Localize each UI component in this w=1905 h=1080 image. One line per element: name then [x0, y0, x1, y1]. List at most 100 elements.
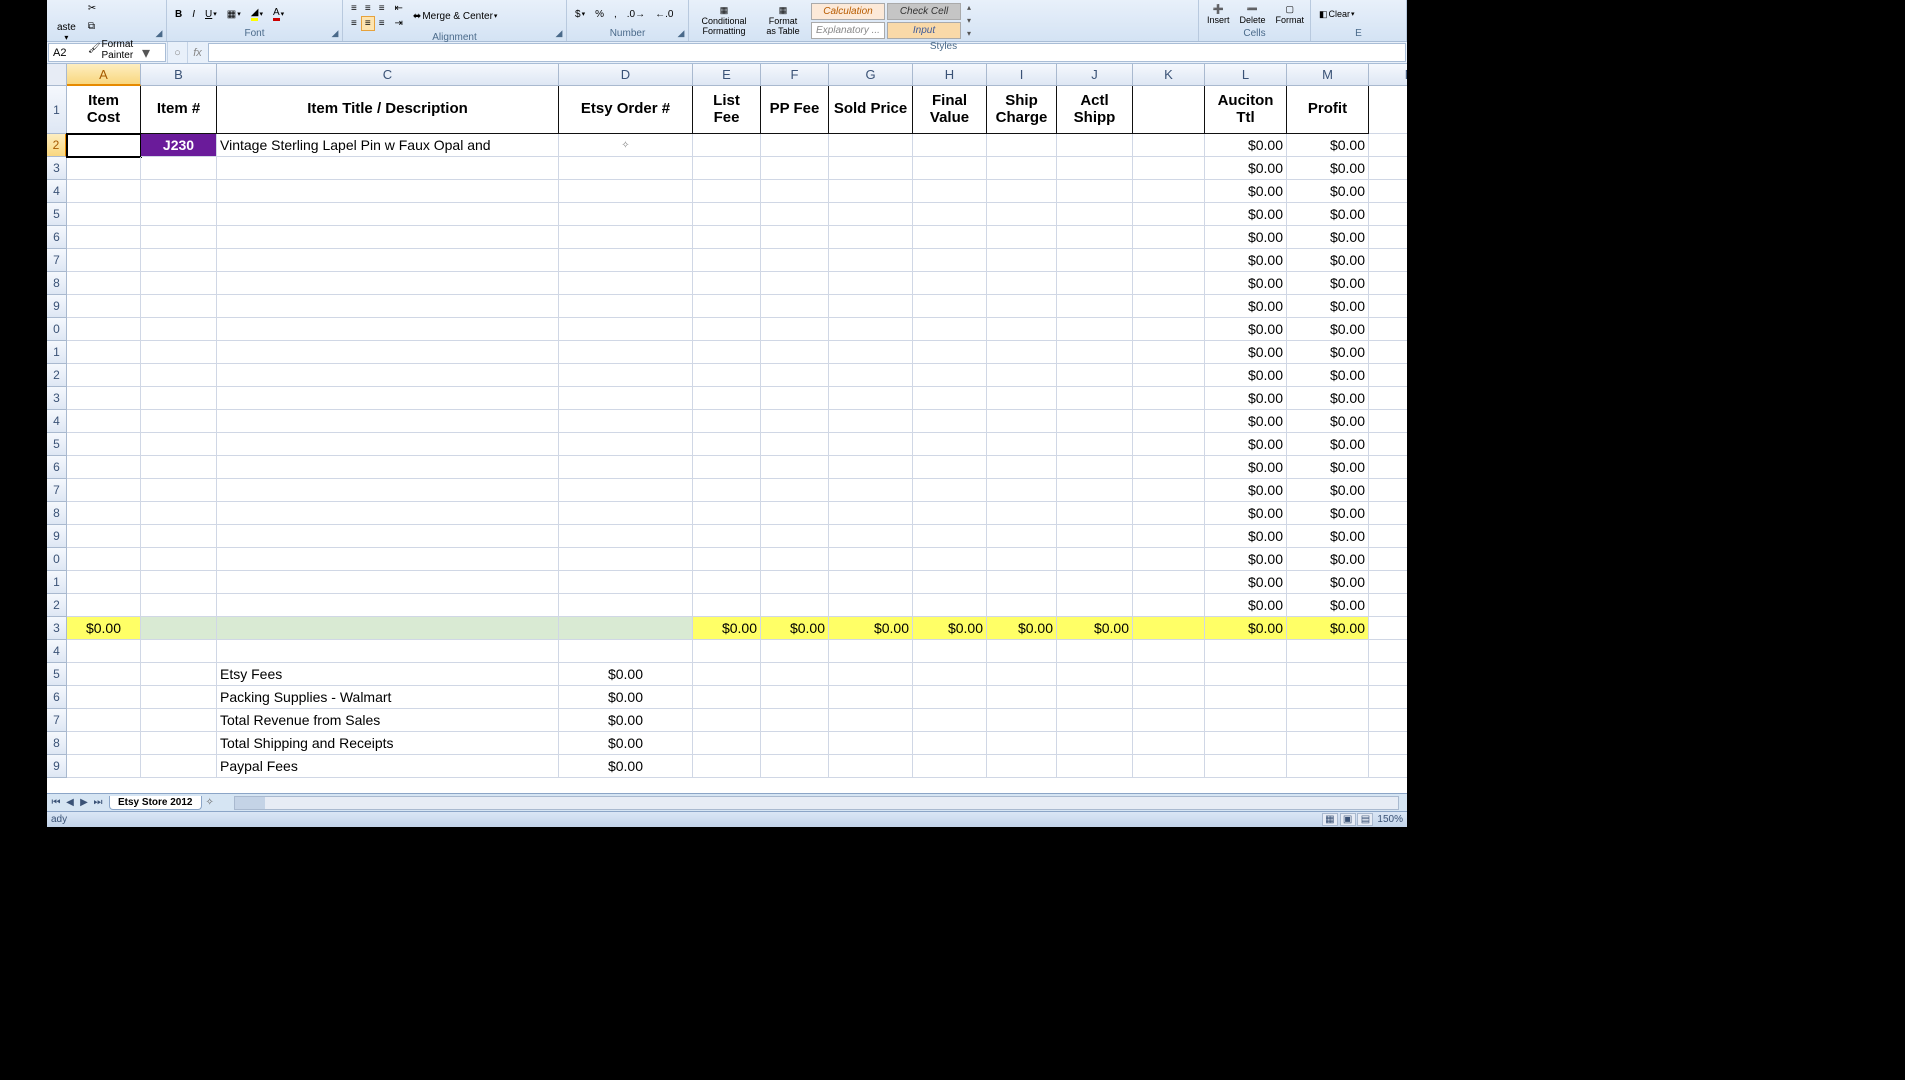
cell[interactable] — [1057, 456, 1133, 479]
cell[interactable] — [829, 479, 913, 502]
row-header[interactable]: 6 — [47, 226, 67, 249]
cell[interactable]: $0.00 — [1287, 157, 1369, 180]
row-header[interactable]: 5 — [47, 663, 67, 686]
cell[interactable] — [829, 387, 913, 410]
cell[interactable] — [559, 617, 693, 640]
cell[interactable] — [987, 318, 1057, 341]
cell[interactable] — [693, 272, 761, 295]
row-header[interactable]: 2 — [47, 134, 67, 157]
cell[interactable] — [761, 433, 829, 456]
cell[interactable] — [141, 525, 217, 548]
cell[interactable] — [829, 226, 913, 249]
cell[interactable] — [141, 203, 217, 226]
header-cell[interactable]: Ship Charge — [987, 86, 1057, 134]
cell[interactable] — [559, 571, 693, 594]
style-explanatory[interactable]: Explanatory ... — [811, 22, 885, 39]
cell[interactable] — [141, 663, 217, 686]
cell[interactable]: $0.00 — [1205, 479, 1287, 502]
cell[interactable] — [693, 709, 761, 732]
cell[interactable] — [1369, 640, 1407, 663]
cell[interactable] — [1133, 502, 1205, 525]
cell[interactable] — [693, 479, 761, 502]
sheet-tab-active[interactable]: Etsy Store 2012 — [109, 796, 202, 810]
cell[interactable] — [987, 295, 1057, 318]
cell[interactable]: Total Revenue from Sales — [217, 709, 559, 732]
cell[interactable]: $0.00 — [559, 686, 693, 709]
row-header[interactable]: 4 — [47, 180, 67, 203]
row-header[interactable]: 3 — [47, 157, 67, 180]
cell[interactable] — [829, 203, 913, 226]
cell[interactable] — [141, 640, 217, 663]
tab-prev[interactable]: ◀ — [63, 797, 77, 808]
cell[interactable] — [67, 433, 141, 456]
cell[interactable] — [141, 433, 217, 456]
cell[interactable] — [559, 341, 693, 364]
cell[interactable] — [913, 755, 987, 778]
cell[interactable] — [761, 203, 829, 226]
cell[interactable]: J230 — [141, 134, 217, 157]
column-header-N[interactable]: N — [1369, 64, 1407, 86]
cell[interactable] — [913, 525, 987, 548]
cell[interactable]: $0.00 — [1205, 341, 1287, 364]
cell[interactable] — [1057, 686, 1133, 709]
cell[interactable] — [829, 548, 913, 571]
increase-decimal-button[interactable]: .0→ — [623, 7, 649, 22]
underline-button[interactable]: U▾ — [201, 7, 221, 22]
cell[interactable] — [829, 134, 913, 157]
cell[interactable] — [1133, 479, 1205, 502]
cell[interactable] — [1287, 686, 1369, 709]
cell[interactable] — [141, 755, 217, 778]
cell[interactable]: $0.00 — [559, 709, 693, 732]
cell[interactable] — [987, 456, 1057, 479]
cell[interactable] — [1057, 226, 1133, 249]
cell[interactable] — [913, 663, 987, 686]
cell[interactable] — [1369, 456, 1407, 479]
cell[interactable] — [559, 525, 693, 548]
cell[interactable] — [1205, 732, 1287, 755]
cell[interactable] — [913, 134, 987, 157]
cell[interactable] — [1369, 226, 1407, 249]
cell[interactable] — [67, 272, 141, 295]
insert-button[interactable]: ➕Insert — [1203, 2, 1234, 27]
cell[interactable] — [67, 456, 141, 479]
cell[interactable]: Total Shipping and Receipts — [217, 732, 559, 755]
header-cell[interactable]: Auciton Ttl — [1205, 86, 1287, 134]
paste-button[interactable]: aste ▾ — [51, 20, 82, 44]
cell[interactable] — [1057, 157, 1133, 180]
row-header[interactable]: 1 — [47, 571, 67, 594]
cell[interactable] — [1369, 525, 1407, 548]
cell[interactable] — [1369, 134, 1407, 157]
cell[interactable] — [1369, 203, 1407, 226]
cell[interactable] — [829, 709, 913, 732]
cell[interactable] — [217, 410, 559, 433]
cell[interactable] — [1205, 686, 1287, 709]
cell[interactable] — [141, 318, 217, 341]
cell[interactable] — [693, 732, 761, 755]
cell[interactable] — [987, 571, 1057, 594]
cell[interactable]: $0.00 — [1205, 433, 1287, 456]
header-cell[interactable] — [1369, 86, 1407, 134]
cell[interactable]: $0.00 — [1205, 203, 1287, 226]
cell[interactable]: $0.00 — [1205, 525, 1287, 548]
cell[interactable] — [559, 295, 693, 318]
cell[interactable] — [829, 732, 913, 755]
cell[interactable] — [1057, 502, 1133, 525]
cell[interactable] — [693, 318, 761, 341]
header-cell[interactable]: List Fee — [693, 86, 761, 134]
cell[interactable] — [1133, 410, 1205, 433]
cell[interactable]: $0.00 — [1287, 479, 1369, 502]
cell[interactable] — [1133, 755, 1205, 778]
cell[interactable] — [829, 686, 913, 709]
cell[interactable] — [1133, 525, 1205, 548]
cell[interactable] — [67, 203, 141, 226]
cell[interactable] — [913, 502, 987, 525]
cell[interactable] — [1057, 548, 1133, 571]
column-header-J[interactable]: J — [1057, 64, 1133, 86]
font-color-button[interactable]: A▾ — [269, 5, 288, 23]
cell[interactable] — [67, 479, 141, 502]
cell[interactable] — [829, 456, 913, 479]
align-top-button[interactable]: ≡ — [347, 1, 361, 16]
column-header-K[interactable]: K — [1133, 64, 1205, 86]
comma-button[interactable]: , — [610, 7, 621, 22]
cell[interactable]: Vintage Sterling Lapel Pin w Faux Opal a… — [217, 134, 559, 157]
